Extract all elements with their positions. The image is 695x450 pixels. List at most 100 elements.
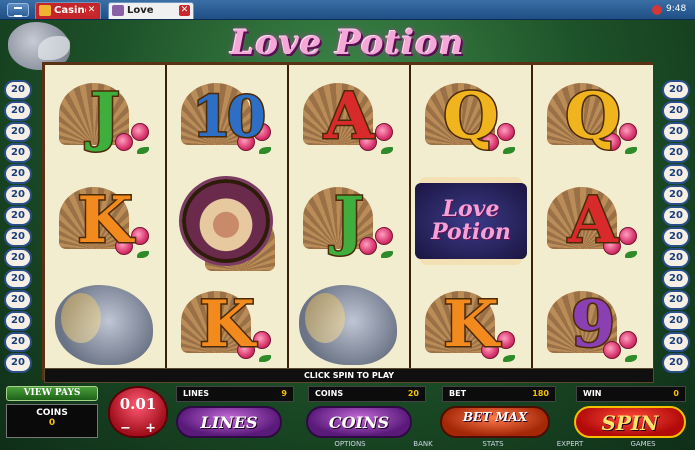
payline-marker[interactable]: 20 (662, 206, 690, 226)
menu-options[interactable]: OPTIONS (320, 438, 380, 450)
game-window: Casino ✕ Love Potion ✕ 9:48 Love Potion … (0, 0, 695, 450)
reel-symbol: A (533, 169, 653, 273)
coins-bet-label: COINS (315, 389, 344, 398)
game-title: Love Potion (230, 23, 465, 63)
symbol-j: J (88, 79, 121, 154)
payline-marker[interactable]: 20 (4, 227, 32, 247)
payline-marker[interactable]: 20 (662, 269, 690, 289)
lines-display: LINES 9 (176, 386, 294, 402)
game-area: Love Potion 20 20 20 20 20 20 20 20 20 20 20 20 20 20… (0, 20, 695, 450)
denomination-selector[interactable]: 0.01 − + (108, 386, 168, 438)
close-icon[interactable]: ✕ (179, 5, 190, 16)
lines-value: 9 (281, 389, 287, 398)
payline-marker[interactable]: 20 (662, 311, 690, 331)
reel-symbol: J (45, 65, 165, 169)
symbol-a: A (567, 183, 620, 258)
payline-marker[interactable]: 20 (4, 206, 32, 226)
reel-symbol (167, 169, 287, 273)
casino-icon (39, 5, 51, 16)
payline-marker[interactable]: 20 (4, 122, 32, 142)
symbol-k: K (442, 287, 501, 362)
reels-frame: J K 10 K A J Q Love Potion K Q A 9 (42, 62, 654, 380)
coins-bet-value: 20 (407, 389, 419, 398)
payline-marker[interactable]: 20 (4, 143, 32, 163)
payline-marker[interactable]: 20 (662, 227, 690, 247)
reel-symbol: J (289, 169, 409, 273)
reel-symbol: Love Potion (411, 169, 531, 273)
rose-decoration (619, 123, 637, 141)
view-pays-button[interactable]: VIEW PAYS (6, 386, 98, 401)
menu-expert[interactable]: EXPERT (542, 438, 598, 450)
tab-bar: Casino ✕ Love Potion ✕ 9:48 (0, 0, 695, 32)
payline-marker[interactable]: 20 (4, 248, 32, 268)
payline-marker[interactable]: 20 (4, 353, 32, 373)
payline-marker[interactable]: 20 (662, 290, 690, 310)
denom-plus-button[interactable]: + (145, 422, 156, 436)
tab-casino[interactable]: Casino ✕ (35, 2, 101, 19)
leaf-decoration (503, 147, 515, 154)
rose-decoration (131, 123, 149, 141)
symbol-10: 10 (191, 84, 268, 150)
leaf-decoration (381, 147, 393, 154)
rose-decoration (497, 331, 515, 349)
rose-decoration (497, 123, 515, 141)
payline-marker[interactable]: 20 (662, 80, 690, 100)
leaf-decoration (625, 251, 637, 258)
menu-icon[interactable] (7, 3, 29, 17)
reel-symbol: A (289, 65, 409, 169)
symbol-q: Q (564, 79, 623, 154)
payline-marker[interactable]: 20 (4, 332, 32, 352)
coins-bet-display: COINS 20 (308, 386, 426, 402)
payline-marker[interactable]: 20 (4, 185, 32, 205)
reel-4: Q Love Potion K (411, 65, 531, 377)
bottom-menu: OPTIONS BANK STATS EXPERT GAMES (260, 438, 695, 450)
status-icon (652, 5, 662, 15)
leaf-decoration (503, 355, 515, 362)
lines-button[interactable]: LINES (176, 406, 282, 438)
payline-marker[interactable]: 20 (4, 101, 32, 121)
spin-button[interactable]: SPIN (574, 406, 686, 438)
payline-marker[interactable]: 20 (4, 164, 32, 184)
payline-marker[interactable]: 20 (662, 143, 690, 163)
bet-value: 180 (532, 389, 549, 398)
tab-love-potion[interactable]: Love Potion ✕ (108, 2, 194, 32)
payline-marker[interactable]: 20 (4, 290, 32, 310)
reel-symbol (45, 273, 165, 377)
menu-stats[interactable]: STATS (468, 438, 518, 450)
payline-marker[interactable]: 20 (662, 164, 690, 184)
payline-marker[interactable]: 20 (662, 248, 690, 268)
leaf-decoration (259, 355, 271, 362)
bet-max-button[interactable]: BET MAX (440, 406, 550, 438)
leaf-decoration (381, 251, 393, 258)
payline-marker[interactable]: 20 (662, 353, 690, 373)
leaf-decoration (625, 147, 637, 154)
rose-decoration (131, 227, 149, 245)
leaf-decoration (137, 251, 149, 258)
payline-marker[interactable]: 20 (662, 122, 690, 142)
reel-symbol: Q (411, 65, 531, 169)
reel-symbol: 10 (167, 65, 287, 169)
coins-balance-value: 0 (48, 418, 56, 428)
payline-marker[interactable]: 20 (4, 80, 32, 100)
leaf-decoration (137, 147, 149, 154)
menu-games[interactable]: GAMES (616, 438, 670, 450)
payline-marker[interactable]: 20 (4, 311, 32, 331)
payline-marker[interactable]: 20 (4, 269, 32, 289)
close-icon[interactable]: ✕ (86, 5, 97, 16)
reel-2: 10 K (167, 65, 287, 377)
rose-decoration (253, 331, 271, 349)
payline-marker[interactable]: 20 (662, 185, 690, 205)
cupid-statue-symbol (299, 285, 397, 365)
bet-label: BET (449, 389, 467, 398)
symbol-a: A (323, 79, 376, 154)
symbol-j: J (332, 183, 365, 258)
denom-minus-button[interactable]: − (120, 422, 131, 436)
game-icon (112, 5, 124, 16)
menu-bank[interactable]: BANK (398, 438, 448, 450)
payline-marker[interactable]: 20 (662, 101, 690, 121)
payline-marker[interactable]: 20 (662, 332, 690, 352)
reel-symbol: K (45, 169, 165, 273)
coins-button[interactable]: COINS (306, 406, 412, 438)
symbol-k: K (198, 287, 257, 362)
love-potion-logo-symbol: Love Potion (415, 183, 527, 259)
